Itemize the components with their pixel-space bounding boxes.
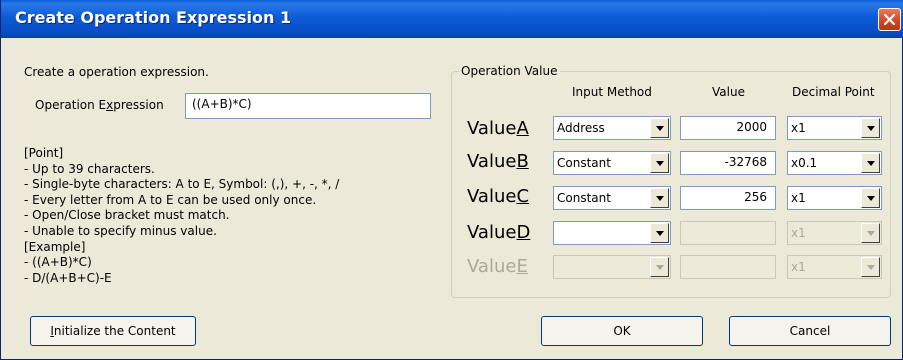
value-d-decimal-select: x1 [787,221,882,245]
chevron-down-icon[interactable] [650,118,669,138]
expression-label: Operation Expression [35,98,164,112]
chevron-down-icon[interactable] [861,153,880,173]
point-line: - Every letter from A to E can be used o… [24,192,317,207]
chevron-down-icon [650,257,669,277]
point-line: - ((A+B)*C) [24,255,92,270]
value-e-decimal-value: x1 [791,260,806,274]
point-line: [Example] [24,239,86,254]
value-e-method-select [553,255,671,279]
init-label: nitialize the Content [53,324,176,338]
value-b-label: ValueB [467,151,529,172]
point-line: - Up to 39 characters. [24,161,155,176]
value-e-label: ValueE [467,256,528,277]
intro-text: Create a operation expression. [24,65,209,79]
value-b-input-value: -32768 [724,155,767,169]
chevron-down-icon [861,223,880,243]
window-title: Create Operation Expression 1 [15,8,292,27]
value-d-label: ValueD [467,222,531,243]
value-a-label: ValueA [467,118,529,139]
point-line: - Single-byte characters: A to E, Symbol… [24,177,340,192]
point-line: - D/(A+B+C)-E [24,270,112,285]
title-bar[interactable]: Create Operation Expression 1 [1,0,903,38]
chevron-down-icon [861,257,880,277]
expression-input-value: ((A+B)*C) [192,97,252,111]
expression-input[interactable]: ((A+B)*C) [185,93,431,119]
ok-button[interactable]: OK [541,316,703,346]
point-line: - Open/Close bracket must match. [24,208,230,223]
value-b-decimal-value: x0.1 [791,156,818,170]
value-b-method-select[interactable]: Constant [553,151,671,175]
value-e-decimal-select: x1 [787,255,882,279]
value-c-input-value: 256 [744,190,767,204]
value-e-input [680,255,776,279]
value-c-decimal-value: x1 [791,191,806,205]
point-line: [Point] [24,146,64,160]
value-d-method-select[interactable] [553,221,671,245]
point-notes: [Point] - Up to 39 characters. - Single-… [24,146,339,286]
value-a-input-value: 2000 [736,120,767,134]
cancel-button[interactable]: Cancel [729,316,891,346]
chevron-down-icon[interactable] [861,118,880,138]
value-a-input[interactable]: 2000 [680,116,776,140]
value-b-method-value: Constant [557,156,611,170]
value-c-label: ValueC [467,186,530,207]
value-b-decimal-select[interactable]: x0.1 [787,151,882,175]
col-decimal-point: Decimal Point [792,85,875,99]
close-button[interactable] [878,8,901,31]
initialize-content-button[interactable]: Initialize the Content [30,316,196,346]
col-input-method: Input Method [572,85,652,99]
value-c-method-value: Constant [557,191,611,205]
value-c-input[interactable]: 256 [680,186,776,210]
chevron-down-icon[interactable] [861,188,880,208]
group-label: Operation Value [459,64,560,78]
value-d-decimal-value: x1 [791,226,806,240]
value-a-method-value: Address [557,121,605,135]
point-line: - Unable to specify minus value. [24,223,217,238]
value-a-decimal-select[interactable]: x1 [787,116,882,140]
chevron-down-icon[interactable] [650,153,669,173]
value-d-input [680,221,776,245]
value-a-decimal-value: x1 [791,121,806,135]
value-c-decimal-select[interactable]: x1 [787,186,882,210]
value-c-method-select[interactable]: Constant [553,186,671,210]
close-icon [884,14,895,25]
value-a-method-select[interactable]: Address [553,116,671,140]
col-value: Value [712,85,745,99]
chevron-down-icon[interactable] [650,223,669,243]
chevron-down-icon[interactable] [650,188,669,208]
dialog-window: Create Operation Expression 1 Create a o… [0,0,903,360]
value-b-input[interactable]: -32768 [680,151,776,175]
